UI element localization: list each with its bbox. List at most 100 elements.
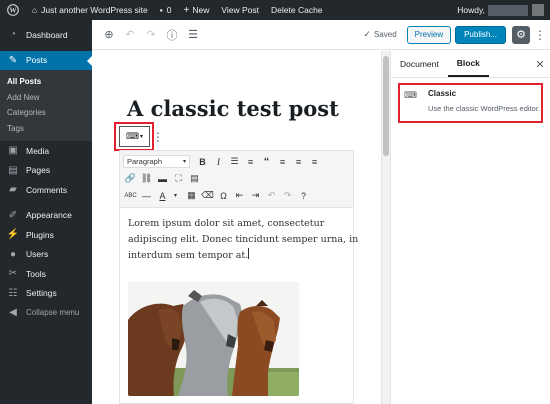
- sidebar-item-posts[interactable]: ✎ Posts: [0, 50, 92, 70]
- svg-text:W: W: [10, 7, 17, 15]
- submenu-categories[interactable]: Categories: [0, 105, 92, 121]
- view-post-link[interactable]: View Post: [215, 0, 265, 20]
- new-content-link[interactable]: + New: [178, 0, 216, 20]
- blockquote-icon[interactable]: “: [259, 155, 274, 169]
- sidebar-item-dashboard[interactable]: ◔ Dashboard: [0, 25, 92, 45]
- list-view-icon[interactable]: ☰: [184, 26, 202, 44]
- align-center-icon[interactable]: ≡: [291, 155, 306, 169]
- block-more-options-icon[interactable]: ⋮: [152, 128, 164, 145]
- align-right-icon[interactable]: ≡: [307, 155, 322, 169]
- paste-text-icon[interactable]: ▦: [184, 189, 199, 203]
- collapse-arrow-icon: ◀: [9, 307, 17, 319]
- read-more-icon[interactable]: ▬: [155, 172, 170, 186]
- indent-icon[interactable]: ⇥: [248, 189, 263, 203]
- classic-content[interactable]: Lorem ipsum dolor sit amet, consectetur …: [120, 208, 359, 264]
- unlink-icon[interactable]: ⛓: [139, 172, 154, 186]
- sidebar-item-settings[interactable]: ☷ Settings: [0, 284, 92, 304]
- paragraph-line-last: interdum sem tempor at.: [128, 248, 345, 264]
- redo-icon[interactable]: ↷: [142, 26, 160, 44]
- pages-icon: ▤: [8, 164, 18, 176]
- post-title[interactable]: A classic test post: [127, 96, 339, 121]
- settings-icon: ☷: [8, 287, 18, 299]
- users-icon: ●: [9, 248, 17, 260]
- more-options-icon[interactable]: ⋮: [534, 28, 546, 42]
- special-character-icon[interactable]: Ω: [216, 189, 231, 203]
- numbered-list-icon[interactable]: ≡: [243, 155, 258, 169]
- collapse-menu-button[interactable]: ◀ Collapse menu: [0, 303, 92, 323]
- format-select-value: Paragraph: [127, 157, 163, 166]
- sidebar-item-label: Settings: [26, 288, 57, 299]
- horizontal-line-icon[interactable]: —: [139, 189, 154, 203]
- account-menu[interactable]: Howdy,: [457, 4, 550, 16]
- chevron-down-icon: ▾: [182, 159, 186, 165]
- header-actions: ✓ Saved Preview Publish... ⚙ ⋮: [363, 25, 550, 44]
- redo-icon[interactable]: ↷: [280, 189, 295, 203]
- classic-block[interactable]: Paragraph ▾ B I ☰ ≡ “ ≡ ≡ ≡ 🔗 ⛓ ▬ ⛶ ▤ ABC…: [119, 150, 359, 404]
- chevron-down-icon[interactable]: ▾: [168, 189, 183, 203]
- tab-block[interactable]: Block: [447, 51, 489, 77]
- settings-gear-icon[interactable]: ⚙: [512, 25, 530, 44]
- sidebar-item-label: Posts: [26, 55, 48, 66]
- plugin-icon: ⚡: [6, 229, 20, 241]
- close-icon[interactable]: ✕: [530, 51, 550, 77]
- info-icon[interactable]: ⓘ: [163, 26, 181, 44]
- comments-link[interactable]: ▪ 0: [154, 0, 178, 20]
- brush-icon: ✐: [8, 209, 18, 221]
- horses-image[interactable]: [128, 282, 299, 396]
- sidebar-item-label: Pages: [26, 165, 51, 176]
- submenu-tags[interactable]: Tags: [0, 121, 92, 137]
- sidebar-item-label: Media: [26, 145, 50, 156]
- sidebar-item-users[interactable]: ● Users: [0, 245, 92, 265]
- bullet-list-icon[interactable]: ☰: [227, 155, 242, 169]
- home-icon: ⌂: [32, 5, 38, 15]
- editor-scrollbar[interactable]: [381, 51, 390, 404]
- publish-button[interactable]: Publish...: [455, 25, 506, 44]
- sidebar-item-plugins[interactable]: ⚡ Plugins: [0, 225, 92, 245]
- fullscreen-icon[interactable]: ⛶: [171, 172, 186, 186]
- editor-header: ⊕ ↶ ↷ ⓘ ☰ ✓ Saved Preview Publish... ⚙ ⋮: [92, 20, 550, 50]
- sidebar-item-tools[interactable]: ✂ Tools: [0, 264, 92, 284]
- pin-icon: ✎: [8, 54, 18, 66]
- align-left-icon[interactable]: ≡: [275, 155, 290, 169]
- sidebar-item-pages[interactable]: ▤ Pages: [0, 161, 92, 181]
- new-label: New: [192, 5, 210, 15]
- bold-icon[interactable]: B: [195, 155, 210, 169]
- highlight-box-switcher: [114, 122, 154, 151]
- sidebar-item-label: Comments: [26, 184, 68, 195]
- format-select[interactable]: Paragraph ▾: [123, 155, 190, 168]
- collapse-label: Collapse menu: [26, 308, 80, 318]
- help-icon[interactable]: ?: [296, 189, 311, 203]
- saved-label: Saved: [373, 30, 397, 39]
- posts-submenu: All Posts Add New Categories Tags: [0, 70, 92, 141]
- tinymce-toolbar: Paragraph ▾ B I ☰ ≡ “ ≡ ≡ ≡ 🔗 ⛓ ▬ ⛶ ▤ ABC…: [120, 151, 353, 208]
- sidebar-item-appearance[interactable]: ✐ Appearance: [0, 206, 92, 226]
- wordpress-logo-icon[interactable]: W: [0, 0, 26, 20]
- outdent-icon[interactable]: ⇤: [232, 189, 247, 203]
- saved-status: ✓ Saved: [363, 29, 396, 40]
- undo-icon[interactable]: ↶: [121, 26, 139, 44]
- submenu-add-new[interactable]: Add New: [0, 90, 92, 106]
- submenu-all-posts[interactable]: All Posts: [0, 74, 92, 90]
- italic-icon[interactable]: I: [211, 155, 226, 169]
- comments-icon: ▰: [9, 184, 17, 196]
- add-block-icon[interactable]: ⊕: [100, 26, 118, 44]
- strikethrough-icon[interactable]: ABC: [123, 189, 138, 203]
- tab-document[interactable]: Document: [391, 51, 448, 77]
- sidebar-item-label: Tools: [26, 268, 46, 279]
- site-name-link[interactable]: ⌂ Just another WordPress site: [26, 0, 154, 20]
- clear-formatting-icon[interactable]: ⌫: [200, 189, 215, 203]
- settings-tabs: Document Block ✕: [391, 51, 550, 78]
- link-icon[interactable]: 🔗: [123, 172, 138, 186]
- toolbar-toggle-icon[interactable]: ▤: [187, 172, 202, 186]
- avatar: [532, 4, 544, 16]
- sidebar-item-media[interactable]: ▣ Media: [0, 141, 92, 161]
- paragraph-line: adipiscing elit. Donec tincidunt semper …: [128, 234, 359, 245]
- sidebar-item-comments[interactable]: ▰ Comments: [0, 180, 92, 200]
- preview-button[interactable]: Preview: [406, 25, 452, 44]
- delete-cache-link[interactable]: Delete Cache: [265, 0, 329, 20]
- check-icon: ✓: [363, 29, 371, 39]
- scrollbar-thumb[interactable]: [383, 56, 389, 156]
- undo-icon[interactable]: ↶: [264, 189, 279, 203]
- paragraph-line: Lorem ipsum dolor sit amet, consectetur: [128, 218, 325, 229]
- sidebar-item-label: Plugins: [26, 229, 54, 240]
